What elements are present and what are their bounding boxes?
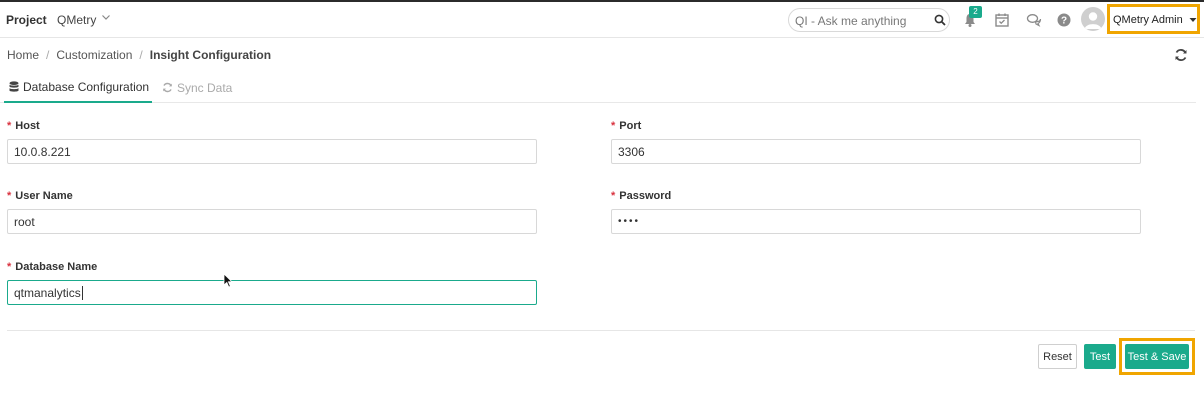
username-value: root — [14, 214, 35, 229]
required-marker: * — [7, 261, 12, 273]
required-marker: * — [611, 120, 616, 132]
reset-button[interactable]: Reset — [1038, 344, 1077, 369]
port-field[interactable]: 3306 — [611, 139, 1141, 164]
password-label: * Password — [611, 190, 672, 202]
username-label: * User Name — [7, 190, 73, 202]
test-button[interactable]: Test — [1084, 344, 1116, 369]
host-value: 10.0.8.221 — [14, 144, 71, 159]
user-menu[interactable]: QMetry Admin — [1107, 4, 1200, 34]
avatar-icon[interactable] — [1081, 7, 1105, 31]
tab-database-configuration[interactable]: Database Configuration — [4, 72, 152, 103]
breadcrumb-current: Insight Configuration — [149, 48, 272, 62]
tab-label: Database Configuration — [23, 79, 150, 94]
database-icon — [9, 80, 19, 92]
sync-icon — [163, 82, 172, 93]
notification-badge: 2 — [969, 6, 982, 18]
host-field[interactable]: 10.0.8.221 — [7, 139, 537, 164]
tab-bar: Database Configuration Sync Data — [0, 72, 1196, 103]
mouse-pointer-icon — [223, 273, 233, 288]
user-name: QMetry Admin — [1113, 14, 1183, 26]
database-name-field[interactable]: qtmanalytics — [7, 280, 537, 305]
search-input[interactable] — [795, 13, 927, 28]
password-value: •••• — [618, 216, 641, 227]
help-icon[interactable]: ? — [1056, 12, 1072, 28]
tab-label: Sync Data — [177, 80, 233, 95]
project-selector[interactable]: QMetry — [57, 13, 96, 27]
chevron-down-icon[interactable] — [101, 12, 111, 22]
host-label: * Host — [7, 120, 40, 132]
test-save-button[interactable]: Test & Save — [1125, 344, 1189, 369]
test-save-highlight: Test & Save — [1119, 338, 1195, 375]
database-name-label: * Database Name — [7, 261, 98, 273]
password-field[interactable]: •••• — [611, 209, 1141, 234]
database-name-value: qtmanalytics — [14, 285, 81, 300]
chat-icon[interactable] — [1026, 12, 1042, 28]
breadcrumb: Home / Customization / Insight Configuration — [7, 48, 272, 62]
text-cursor — [81, 285, 83, 300]
required-marker: * — [7, 190, 12, 202]
calendar-check-icon[interactable] — [994, 12, 1010, 28]
svg-text:?: ? — [1061, 16, 1067, 27]
project-label: Project — [6, 13, 47, 27]
search-icon[interactable] — [934, 14, 946, 26]
port-label: * Port — [611, 120, 642, 132]
username-field[interactable]: root — [7, 209, 537, 234]
port-value: 3306 — [618, 144, 645, 159]
required-marker: * — [611, 190, 616, 202]
refresh-icon[interactable] — [1174, 48, 1188, 62]
caret-down-icon — [1189, 18, 1197, 22]
search-box[interactable] — [788, 8, 950, 32]
breadcrumb-home[interactable]: Home — [7, 48, 39, 62]
required-marker: * — [7, 120, 12, 132]
form-divider — [7, 330, 1195, 331]
breadcrumb-customization[interactable]: Customization — [56, 48, 132, 62]
top-header: Project QMetry 2 ? QMetry Admin — [0, 2, 1204, 38]
tab-sync-data[interactable]: Sync Data — [162, 72, 232, 103]
